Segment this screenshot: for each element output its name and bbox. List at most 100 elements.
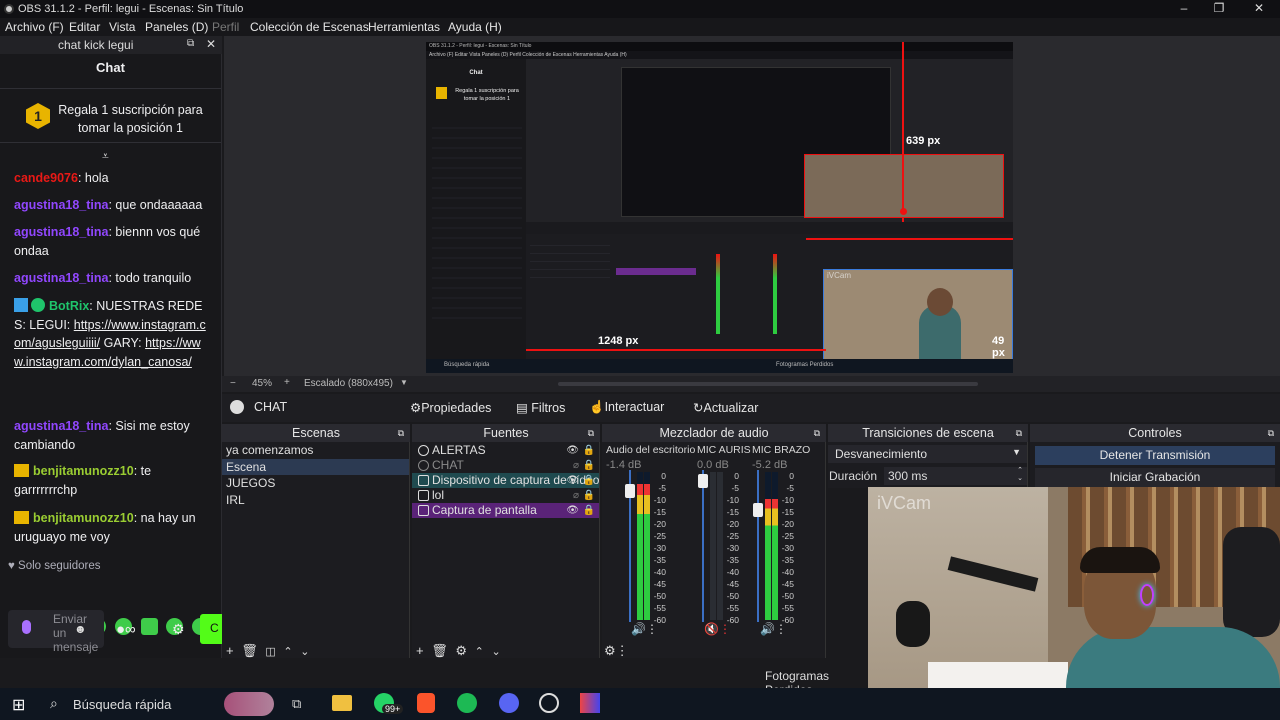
flamingo-widget-icon[interactable] [224, 692, 274, 716]
preview-canvas[interactable]: OBS 31.1.2 - Perfil: legui - Escenas: Si… [426, 42, 1013, 373]
eye-icon[interactable]: 👁 [566, 443, 579, 458]
source-item[interactable]: lol ⌀ 🔒 [412, 488, 599, 503]
taskbar-search[interactable]: Búsqueda rápida [73, 697, 171, 712]
source-item[interactable]: Dispositivo de captura de vídeo 👁 🔒 [412, 473, 599, 488]
scene-item[interactable]: JUEGOS [222, 475, 409, 492]
properties-button[interactable]: ⚙Propiedades [410, 400, 491, 415]
menu-paneles[interactable]: Paneles (D) [145, 20, 208, 34]
dock-float-icon[interactable]: ⧉ [1268, 424, 1274, 442]
volume-slider[interactable] [625, 484, 635, 498]
chat-username[interactable]: agustina18_tina [14, 271, 108, 285]
trash-icon[interactable]: 🗑 [241, 643, 258, 658]
chat-username[interactable]: BotRix [49, 299, 89, 313]
guide-line-vertical [902, 42, 904, 212]
emoji-icon[interactable]: ☻ [74, 622, 87, 636]
scene-item[interactable]: IRL [222, 492, 409, 509]
task-view-icon[interactable]: ⧉ [292, 696, 301, 712]
volume-slider[interactable] [753, 503, 763, 517]
float-dock-icon[interactable]: ⧉ [187, 38, 194, 49]
filters-button[interactable]: ▤ Filtros [516, 400, 565, 415]
chevron-down-icon[interactable]: ▼ [1012, 447, 1021, 457]
chevron-down-icon[interactable]: ⌄ [491, 646, 500, 658]
lock-icon[interactable]: 🔒 [583, 488, 595, 503]
infinity-icon[interactable]: ●∞ [116, 621, 136, 638]
chevron-down-icon[interactable]: ▼ [400, 378, 408, 387]
dock-float-icon[interactable]: ⧉ [1016, 424, 1022, 442]
interact-button[interactable]: ☝Interactuar [589, 400, 664, 415]
spotify-icon[interactable] [457, 693, 477, 713]
menu-herramientas[interactable]: Herramientas [368, 20, 440, 34]
discord-icon[interactable] [499, 693, 519, 713]
eye-hidden-icon[interactable]: ⌀ [573, 488, 579, 503]
source-item[interactable]: CHAT ⌀ 🔒 [412, 458, 599, 473]
emote-icon[interactable] [141, 618, 158, 635]
chat-username[interactable]: benjitamunozz10 [33, 511, 134, 525]
menu-editar[interactable]: Editar [69, 20, 100, 34]
expand-pinned-icon[interactable]: ⩡ [102, 149, 109, 164]
volume-track[interactable] [757, 470, 759, 622]
menu-coleccion[interactable]: Colección de Escenas [250, 20, 369, 34]
menu-archivo[interactable]: Archivo (F) [5, 20, 64, 34]
settings-icon[interactable]: ⚙ [172, 621, 185, 638]
trash-icon[interactable]: 🗑 [431, 643, 448, 658]
gear-icon[interactable]: ⚙ [455, 643, 467, 658]
source-item[interactable]: Captura de pantalla 👁 🔒 [412, 503, 599, 518]
volume-track[interactable] [702, 470, 704, 622]
zoom-out-button[interactable]: − [230, 378, 236, 389]
dock-float-icon[interactable]: ⧉ [398, 424, 404, 442]
stop-stream-button[interactable]: Detener Transmisión [1035, 446, 1275, 465]
lock-icon[interactable]: 🔒 [583, 443, 595, 458]
microphone-icon[interactable] [22, 620, 31, 634]
windows-start-icon[interactable]: ⊞ [12, 695, 25, 715]
speaker-icon[interactable]: 🔊⋮ [631, 622, 658, 636]
menu-ayuda[interactable]: Ayuda (H) [448, 20, 502, 34]
scene-item[interactable]: ya comenzamos [222, 442, 409, 459]
guide-handle[interactable] [900, 208, 907, 215]
close-button[interactable]: ✕ [1251, 1, 1267, 17]
chat-send-button[interactable]: C [200, 614, 222, 644]
chat-username[interactable]: agustina18_tina [14, 419, 108, 433]
scene-item[interactable]: Escena [222, 458, 409, 475]
duration-input[interactable]: 300 ms ⌃ ⌄ [884, 467, 1027, 485]
speaker-muted-icon[interactable]: 🔇⋮ [704, 622, 731, 636]
menu-vista[interactable]: Vista [109, 20, 135, 34]
filter-icon[interactable]: ◫ [265, 646, 275, 658]
file-explorer-icon[interactable] [332, 695, 352, 711]
chevron-up-icon[interactable]: ⌃ [475, 646, 484, 658]
minimize-button[interactable]: – [1176, 1, 1192, 17]
start-record-button[interactable]: Iniciar Grabación [1035, 468, 1275, 487]
app-taskbar-icon[interactable] [580, 693, 600, 713]
preview-scrollbar[interactable] [558, 382, 978, 386]
chat-username[interactable]: agustina18_tina [14, 198, 108, 212]
close-dock-icon[interactable]: ✕ [206, 37, 216, 51]
add-icon[interactable]: + [416, 643, 424, 658]
chevron-down-icon[interactable]: ⌄ [300, 646, 309, 658]
obs-taskbar-icon[interactable] [539, 693, 559, 713]
eye-icon[interactable]: 👁 [566, 473, 579, 488]
stepper-icon[interactable]: ⌃ ⌄ [1017, 467, 1023, 483]
source-item[interactable]: ALERTAS 👁 🔒 [412, 443, 599, 458]
maximize-button[interactable]: ❐ [1211, 1, 1227, 17]
eye-icon[interactable]: 👁 [566, 503, 579, 518]
chevron-up-icon[interactable]: ⌃ [283, 646, 292, 658]
search-icon[interactable]: ⌕ [50, 695, 58, 712]
zoom-in-button[interactable]: + [284, 377, 290, 388]
transition-select[interactable]: Desvanecimiento ▼ [828, 445, 1027, 463]
dock-float-icon[interactable]: ⧉ [588, 424, 594, 442]
chat-input[interactable]: Enviar un mensaje ☻ [8, 610, 104, 654]
eye-hidden-icon[interactable]: ⌀ [573, 458, 579, 473]
chat-username[interactable]: benjitamunozz10 [33, 464, 134, 478]
mixer-settings-icon[interactable]: ⚙⋮ [604, 643, 629, 659]
lock-icon[interactable]: 🔒 [583, 458, 595, 473]
speaker-icon[interactable]: 🔊⋮ [760, 622, 787, 636]
chat-username[interactable]: cande9076 [14, 171, 78, 185]
lock-icon[interactable]: 🔒 [583, 503, 595, 518]
add-icon[interactable]: + [226, 643, 234, 658]
menu-perfil[interactable]: Perfil [212, 20, 239, 34]
dock-float-icon[interactable]: ⧉ [814, 424, 820, 442]
chat-username[interactable]: agustina18_tina [14, 225, 108, 239]
volume-slider[interactable] [698, 474, 708, 488]
refresh-button[interactable]: ↻Actualizar [693, 400, 758, 415]
lock-icon[interactable]: 🔒 [583, 473, 595, 488]
brave-icon[interactable] [417, 693, 435, 713]
